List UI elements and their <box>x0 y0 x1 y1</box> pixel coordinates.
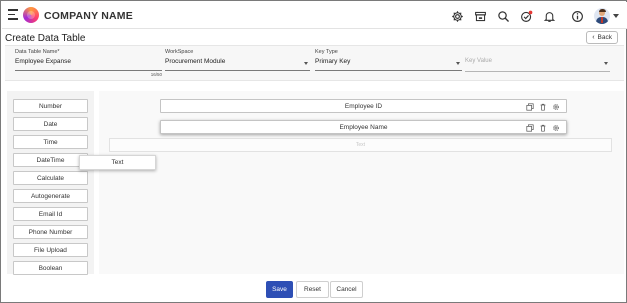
settings-icon[interactable] <box>551 102 560 111</box>
field-type-autogenerate[interactable]: Autogenerate <box>13 189 88 203</box>
settings-icon[interactable] <box>450 9 464 23</box>
column-name: Employee Name <box>339 123 388 131</box>
field-type-phone-number[interactable]: Phone Number <box>13 225 88 239</box>
top-bar: COMPANY NAME <box>2 2 627 29</box>
search-icon[interactable] <box>496 9 510 23</box>
dragged-field-ghost[interactable]: Text <box>79 155 156 170</box>
task-check-icon[interactable] <box>519 9 533 23</box>
key-type-dropdown-arrow-icon[interactable] <box>456 62 460 65</box>
workspace-label: WorkSpace <box>165 49 194 55</box>
copy-icon[interactable] <box>525 102 534 111</box>
key-type-select[interactable]: Key Type Primary Key <box>315 49 462 71</box>
header-icons <box>441 6 619 26</box>
company-name: COMPANY NAME <box>44 10 133 22</box>
table-name-input[interactable]: Employee Expanse <box>15 58 162 67</box>
column-actions <box>521 123 560 132</box>
key-type-value[interactable]: Primary Key <box>315 58 462 67</box>
field-type-time[interactable]: Time <box>13 135 88 149</box>
user-avatar[interactable] <box>594 8 610 24</box>
table-settings-form: Data Table Name* Employee Expanse 16/50 … <box>5 45 624 81</box>
copy-icon[interactable] <box>525 123 534 132</box>
field-type-file-upload[interactable]: File Upload <box>13 243 88 257</box>
field-type-calculate[interactable]: Calculate <box>13 171 88 185</box>
cancel-button[interactable]: Cancel <box>330 281 363 298</box>
user-menu-chevron-down-icon[interactable] <box>613 14 619 18</box>
drop-zone-placeholder[interactable]: Text <box>109 138 612 152</box>
table-columns-canvas <box>99 91 624 274</box>
bell-icon[interactable] <box>542 9 556 23</box>
workspace-value[interactable]: Procurement Module <box>165 58 310 67</box>
back-button-label: Back <box>597 34 612 41</box>
workspace-dropdown-arrow-icon[interactable] <box>304 62 308 65</box>
table-name-field[interactable]: Data Table Name* Employee Expanse 16/50 <box>15 49 162 77</box>
field-type-datetime[interactable]: DateTime <box>13 153 88 167</box>
workspace-underline <box>165 70 310 71</box>
column-actions <box>521 102 560 111</box>
save-button[interactable]: Save <box>266 281 293 298</box>
info-icon[interactable] <box>570 9 584 23</box>
workspace-select[interactable]: WorkSpace Procurement Module <box>165 49 310 71</box>
field-type-number[interactable]: Number <box>13 99 88 113</box>
key-value-placeholder: Key Value <box>465 58 492 64</box>
key-type-underline <box>315 70 462 71</box>
form-footer: Save Reset Cancel <box>5 275 624 303</box>
company-logo-icon <box>23 7 39 23</box>
column-name: Employee ID <box>344 102 383 110</box>
field-type-boolean[interactable]: Boolean <box>13 261 88 275</box>
hamburger-menu-icon[interactable] <box>8 9 18 21</box>
page-title: Create Data Table <box>5 33 86 44</box>
table-name-char-counter: 16/50 <box>150 72 162 77</box>
key-value-select[interactable]: Key Value <box>465 49 610 72</box>
reset-button[interactable]: Reset <box>296 281 329 298</box>
table-name-underline <box>15 70 162 71</box>
settings-icon[interactable] <box>551 123 560 132</box>
app-window: COMPANY NAME Create Data Table ‹ Back Da… <box>0 0 627 303</box>
field-type-email-id[interactable]: Email Id <box>13 207 88 221</box>
table-name-label: Data Table Name* <box>15 49 60 55</box>
field-type-date[interactable]: Date <box>13 117 88 131</box>
column-row-employee-id[interactable]: Employee ID <box>160 99 567 113</box>
storefront-icon[interactable] <box>473 9 487 23</box>
key-value-dropdown-arrow-icon[interactable] <box>604 62 608 65</box>
chevron-left-icon: ‹ <box>592 34 595 41</box>
key-value-underline <box>465 71 610 72</box>
back-button[interactable]: ‹ Back <box>586 31 618 44</box>
field-type-palette: Number Date Time DateTime Calculate Auto… <box>7 91 94 275</box>
delete-icon[interactable] <box>538 102 547 111</box>
column-row-employee-name[interactable]: Employee Name <box>160 120 567 134</box>
key-type-label: Key Type <box>315 49 338 55</box>
delete-icon[interactable] <box>538 123 547 132</box>
